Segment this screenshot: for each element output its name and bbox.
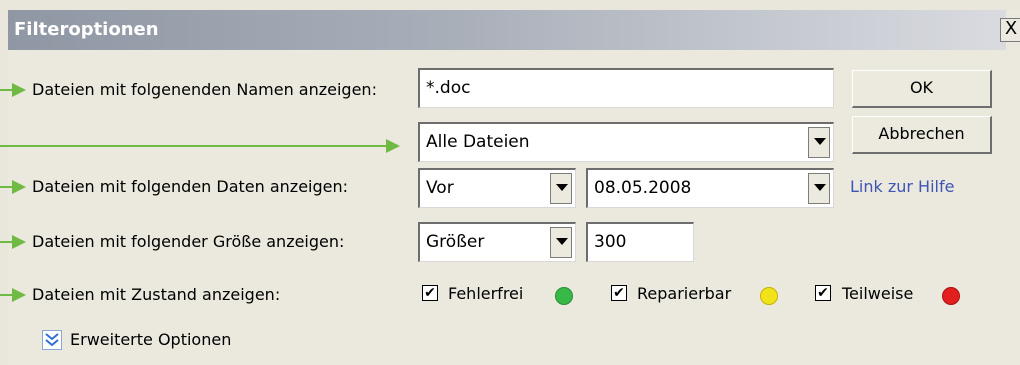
date-value-select[interactable]: 08.05.2008 — [586, 168, 834, 208]
expand-icon[interactable] — [42, 330, 62, 350]
dialog-title: Filteroptionen — [14, 19, 159, 40]
size-mode-value: Größer — [426, 232, 485, 252]
ok-button[interactable]: OK — [852, 70, 992, 108]
annotation-arrowhead-name — [12, 83, 26, 97]
reparierbar-label[interactable]: Reparierbar — [637, 284, 731, 303]
teilweise-label[interactable]: Teilweise — [842, 284, 913, 303]
annotation-arrow-type — [0, 145, 386, 147]
annotation-arrowhead-date — [12, 180, 26, 194]
date-mode-select[interactable]: Vor — [418, 168, 576, 208]
date-mode-value: Vor — [426, 178, 454, 198]
size-value: 300 — [594, 232, 627, 252]
advanced-options-label[interactable]: Erweiterte Optionen — [70, 330, 231, 349]
close-button[interactable]: X — [1000, 18, 1020, 42]
name-filter-label: Dateien mit folgenenden Namen anzeigen: — [32, 80, 377, 99]
size-value-input[interactable]: 300 — [586, 222, 694, 262]
title-bar: Filteroptionen — [8, 10, 1006, 50]
cancel-button[interactable]: Abbrechen — [852, 116, 992, 154]
status-yellow-dot — [760, 287, 778, 305]
fehlerfrei-label[interactable]: Fehlerfrei — [448, 284, 523, 303]
chevron-down-icon[interactable] — [808, 173, 830, 204]
file-type-select[interactable]: Alle Dateien — [418, 122, 834, 162]
size-filter-label: Dateien mit folgender Größe anzeigen: — [32, 232, 345, 251]
chevron-down-icon[interactable] — [550, 173, 572, 204]
state-filter-label: Dateien mit Zustand anzeigen: — [32, 285, 281, 304]
annotation-arrowhead-size — [12, 235, 26, 249]
chevron-down-icon[interactable] — [550, 227, 572, 258]
annotation-arrowhead-state — [12, 288, 26, 302]
date-filter-label: Dateien mit folgenden Daten anzeigen: — [32, 177, 349, 196]
name-filter-value: *.doc — [426, 78, 471, 98]
date-value: 08.05.2008 — [594, 178, 692, 198]
file-type-value: Alle Dateien — [426, 132, 530, 152]
status-red-dot — [942, 287, 960, 305]
chevron-down-icon[interactable] — [808, 127, 830, 158]
reparierbar-checkbox[interactable]: ✔ — [611, 285, 627, 301]
help-link[interactable]: Link zur Hilfe — [850, 177, 954, 196]
size-mode-select[interactable]: Größer — [418, 222, 576, 262]
annotation-arrowhead-type — [386, 139, 400, 153]
fehlerfrei-checkbox[interactable]: ✔ — [422, 285, 438, 301]
status-green-dot — [555, 287, 573, 305]
teilweise-checkbox[interactable]: ✔ — [815, 285, 831, 301]
name-filter-input[interactable]: *.doc — [418, 68, 834, 108]
